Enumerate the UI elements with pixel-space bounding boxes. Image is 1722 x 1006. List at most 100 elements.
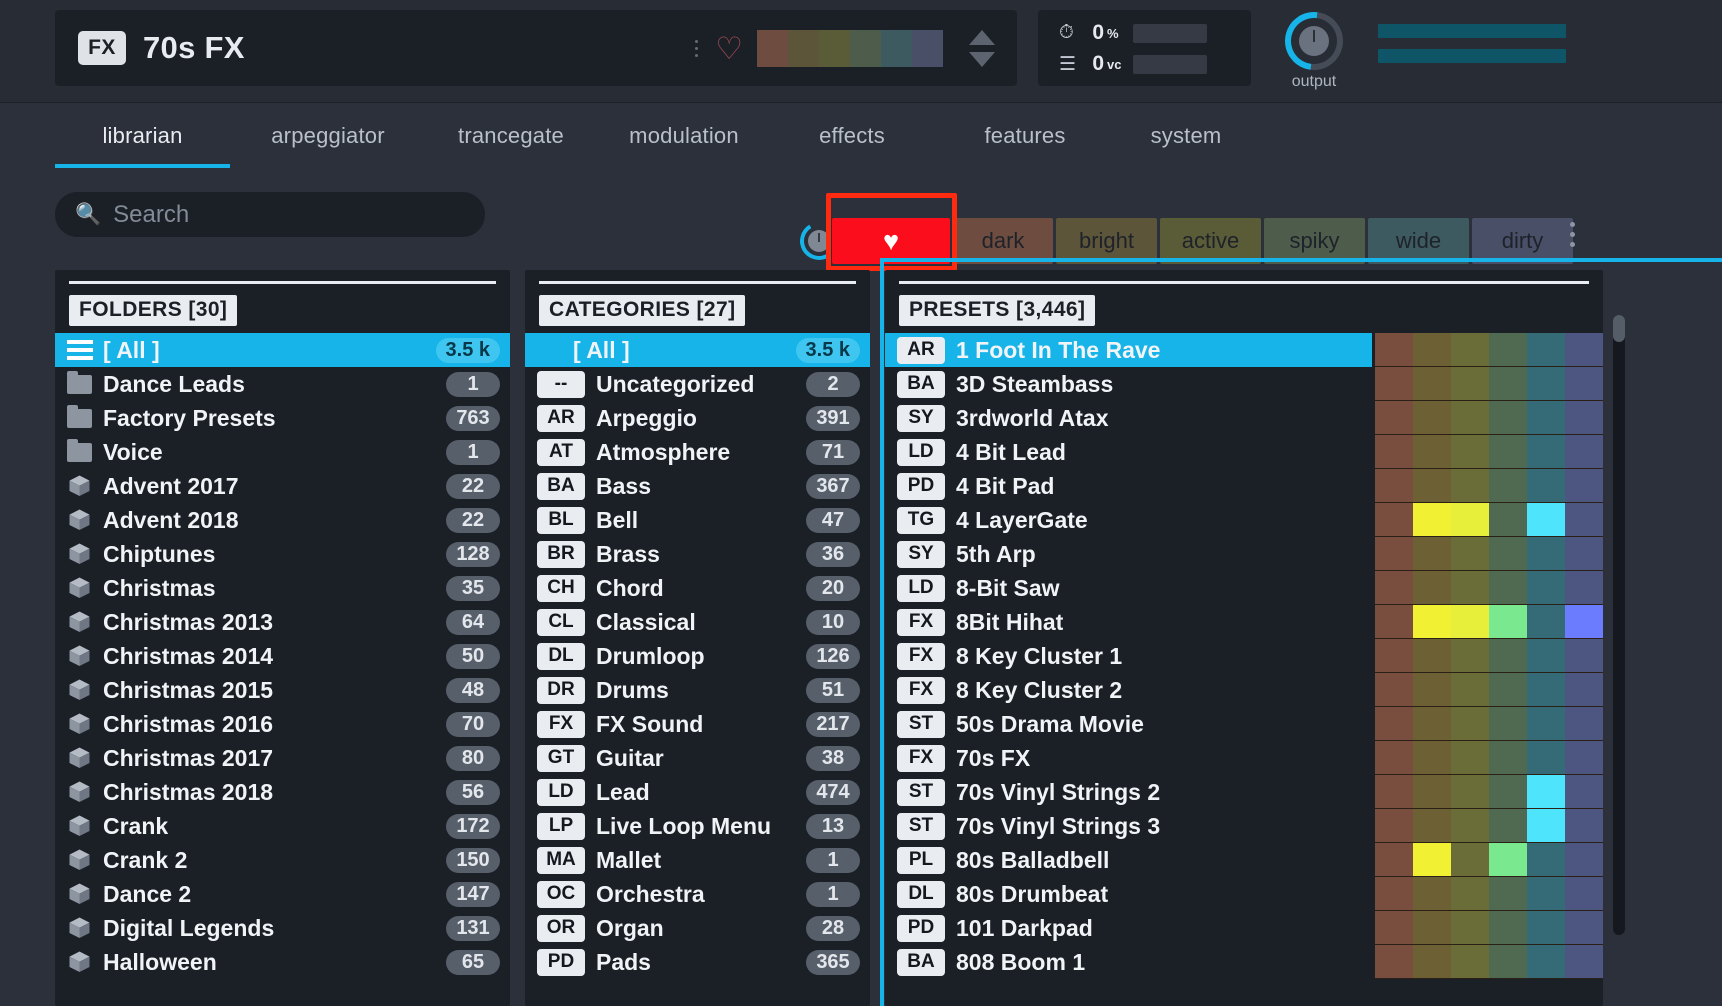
- preset-row[interactable]: SY 3rdworld Atax: [885, 401, 1372, 435]
- preset-tag-cell-spiky[interactable]: [1489, 571, 1527, 605]
- category-row[interactable]: BL Bell 47: [525, 503, 870, 537]
- preset-row[interactable]: FX 8Bit Hihat: [885, 605, 1372, 639]
- tag-filter-active[interactable]: active: [1160, 218, 1261, 264]
- preset-tag-cell-spiky[interactable]: [1489, 673, 1527, 707]
- preset-tag-cell-spiky[interactable]: [1489, 639, 1527, 673]
- preset-tag-cell-dirty[interactable]: [1565, 503, 1603, 537]
- tab-trancegate[interactable]: trancegate: [425, 103, 597, 168]
- preset-tag-cell-dark[interactable]: [1375, 877, 1413, 911]
- search-box[interactable]: 🔍: [55, 192, 485, 237]
- chevron-up-icon[interactable]: [969, 29, 995, 45]
- category-row[interactable]: CL Classical 10: [525, 605, 870, 639]
- preset-tag-cell-dark[interactable]: [1375, 333, 1413, 367]
- preset-tag-cell-active[interactable]: [1451, 775, 1489, 809]
- preset-tag-cell-dirty[interactable]: [1565, 945, 1603, 979]
- kebab-vertical-icon[interactable]: [685, 39, 707, 57]
- preset-tag-cell-wide[interactable]: [1527, 877, 1565, 911]
- preset-row[interactable]: FX 8 Key Cluster 1: [885, 639, 1372, 673]
- preset-tag-cell-active[interactable]: [1451, 401, 1489, 435]
- preset-row[interactable]: TG 4 LayerGate: [885, 503, 1372, 537]
- category-row[interactable]: AR Arpeggio 391: [525, 401, 870, 435]
- preset-tag-cell-active[interactable]: [1451, 673, 1489, 707]
- folder-row[interactable]: Halloween 65: [55, 945, 510, 979]
- preset-tag-cell-bright[interactable]: [1413, 333, 1451, 367]
- preset-tag-cell-bright[interactable]: [1413, 775, 1451, 809]
- category-row[interactable]: [ All ] 3.5 k: [525, 333, 870, 367]
- chevron-down-icon[interactable]: [969, 51, 995, 67]
- preset-tag-cell-wide[interactable]: [1527, 435, 1565, 469]
- preset-tag-cell-dark[interactable]: [1375, 809, 1413, 843]
- preset-tag-cell-dirty[interactable]: [1565, 775, 1603, 809]
- preset-tag-cell-dirty[interactable]: [1565, 367, 1603, 401]
- preset-tag-cell-spiky[interactable]: [1489, 911, 1527, 945]
- preset-tag-cell-active[interactable]: [1451, 707, 1489, 741]
- preset-tag-cell-spiky[interactable]: [1489, 741, 1527, 775]
- folder-row[interactable]: Factory Presets 763: [55, 401, 510, 435]
- preset-tag-cell-bright[interactable]: [1413, 435, 1451, 469]
- preset-tag-cell-wide[interactable]: [1527, 401, 1565, 435]
- preset-tag-cell-active[interactable]: [1451, 367, 1489, 401]
- preset-tag-cell-wide[interactable]: [1527, 333, 1565, 367]
- preset-tag-cell-bright[interactable]: [1413, 367, 1451, 401]
- preset-tag-cell-dark[interactable]: [1375, 435, 1413, 469]
- preset-tag-cell-spiky[interactable]: [1489, 503, 1527, 537]
- preset-tag-cell-dirty[interactable]: [1565, 469, 1603, 503]
- category-row[interactable]: DR Drums 51: [525, 673, 870, 707]
- preset-tag-cell-active[interactable]: [1451, 333, 1489, 367]
- folder-row[interactable]: Christmas 2018 56: [55, 775, 510, 809]
- tab-effects[interactable]: effects: [786, 103, 918, 168]
- preset-tag-cell-spiky[interactable]: [1489, 707, 1527, 741]
- category-row[interactable]: LD Lead 474: [525, 775, 870, 809]
- current-preset-panel[interactable]: FX 70s FX ♡: [55, 10, 1017, 86]
- preset-row[interactable]: LD 4 Bit Lead: [885, 435, 1372, 469]
- tab-librarian[interactable]: librarian: [55, 103, 230, 168]
- preset-tag-cell-dark[interactable]: [1375, 503, 1413, 537]
- folder-row[interactable]: Digital Legends 131: [55, 911, 510, 945]
- presets-scrollbar-thumb[interactable]: [1613, 315, 1625, 342]
- preset-tag-cell-wide[interactable]: [1527, 911, 1565, 945]
- preset-tag-cell-dirty[interactable]: [1565, 571, 1603, 605]
- tab-arpeggiator[interactable]: arpeggiator: [238, 103, 418, 168]
- preset-tag-cell-bright[interactable]: [1413, 945, 1451, 979]
- heart-outline-icon[interactable]: ♡: [715, 33, 743, 64]
- folder-row[interactable]: Christmas 35: [55, 571, 510, 605]
- preset-tag-cell-spiky[interactable]: [1489, 469, 1527, 503]
- category-row[interactable]: BA Bass 367: [525, 469, 870, 503]
- presets-scrollbar[interactable]: [1613, 315, 1625, 935]
- preset-tag-cell-wide[interactable]: [1527, 707, 1565, 741]
- preset-row[interactable]: FX 70s FX: [885, 741, 1372, 775]
- preset-tag-cell-wide[interactable]: [1527, 741, 1565, 775]
- preset-tag-cell-bright[interactable]: [1413, 639, 1451, 673]
- preset-tag-cell-wide[interactable]: [1527, 367, 1565, 401]
- folder-row[interactable]: [ All ] 3.5 k: [55, 333, 510, 367]
- preset-tag-cell-dark[interactable]: [1375, 775, 1413, 809]
- preset-tag-cell-dirty[interactable]: [1565, 333, 1603, 367]
- preset-tag-cell-dark[interactable]: [1375, 605, 1413, 639]
- preset-tag-cell-dark[interactable]: [1375, 639, 1413, 673]
- preset-row[interactable]: ST 70s Vinyl Strings 3: [885, 809, 1372, 843]
- preset-tag-cell-wide[interactable]: [1527, 571, 1565, 605]
- preset-row[interactable]: PL 80s Balladbell: [885, 843, 1372, 877]
- preset-tag-cell-spiky[interactable]: [1489, 775, 1527, 809]
- category-row[interactable]: PD Pads 365: [525, 945, 870, 979]
- preset-tag-cell-dirty[interactable]: [1565, 741, 1603, 775]
- output-knob-control[interactable]: output: [1273, 0, 1355, 91]
- preset-tag-cell-wide[interactable]: [1527, 605, 1565, 639]
- preset-row[interactable]: LD 8-Bit Saw: [885, 571, 1372, 605]
- preset-tag-cell-bright[interactable]: [1413, 605, 1451, 639]
- tab-features[interactable]: features: [950, 103, 1100, 168]
- preset-row[interactable]: DL 80s Drumbeat: [885, 877, 1372, 911]
- folder-row[interactable]: Christmas 2016 70: [55, 707, 510, 741]
- preset-tag-cell-active[interactable]: [1451, 571, 1489, 605]
- preset-tag-cell-wide[interactable]: [1527, 775, 1565, 809]
- tag-overflow-kebab-icon[interactable]: [1570, 222, 1575, 247]
- preset-tag-cell-active[interactable]: [1451, 435, 1489, 469]
- category-row[interactable]: DL Drumloop 126: [525, 639, 870, 673]
- preset-tag-cell-dirty[interactable]: [1565, 639, 1603, 673]
- preset-tag-cell-wide[interactable]: [1527, 537, 1565, 571]
- preset-tag-cell-dark[interactable]: [1375, 673, 1413, 707]
- folder-row[interactable]: Dance 2 147: [55, 877, 510, 911]
- preset-tag-cell-bright[interactable]: [1413, 741, 1451, 775]
- preset-tag-cell-dark[interactable]: [1375, 741, 1413, 775]
- preset-tag-cell-dark[interactable]: [1375, 537, 1413, 571]
